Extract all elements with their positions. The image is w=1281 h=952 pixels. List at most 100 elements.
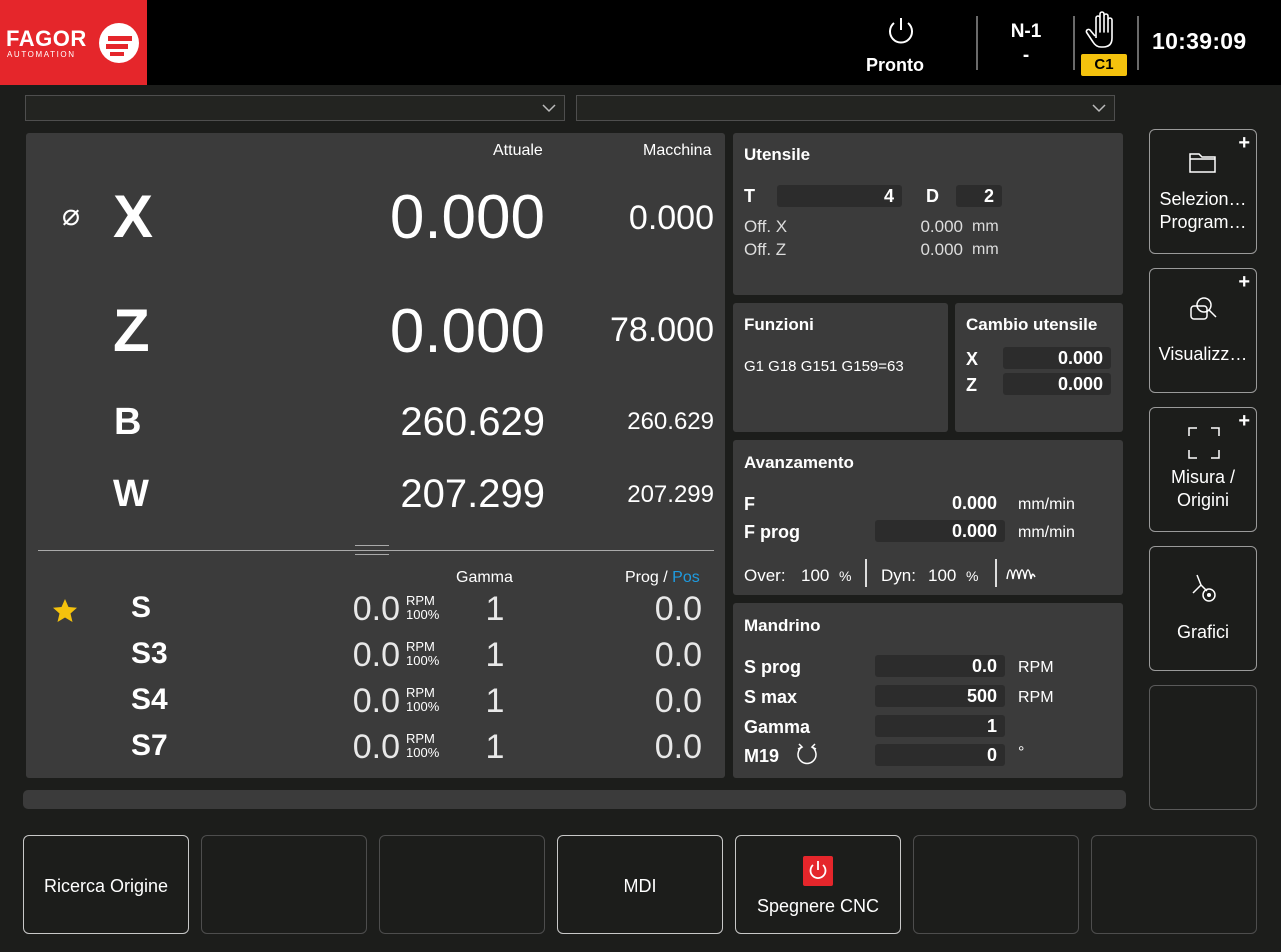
col-actual-header: Attuale <box>493 142 543 159</box>
header-separator <box>1137 16 1139 70</box>
axis-name-x: X <box>113 183 154 250</box>
block-number-line1: N-1 <box>1010 21 1042 42</box>
spindle-name: S <box>131 591 152 624</box>
plus-icon: + <box>1238 271 1250 293</box>
feed-fprog-value: 0.000 <box>875 520 1005 542</box>
brand-sub: AUTOMATION <box>7 50 76 59</box>
axis-name-b: B <box>114 401 142 443</box>
pct-label: 100% <box>406 653 440 668</box>
smax-label: S max <box>744 687 798 707</box>
channel-badge[interactable]: C1 <box>1081 54 1127 76</box>
graphics-button[interactable]: Grafici <box>1149 546 1257 671</box>
functions-title: Funzioni <box>744 315 814 334</box>
program-dropdown-right[interactable] <box>576 95 1115 121</box>
spindle-name: S7 <box>131 729 168 762</box>
empty-softkey[interactable] <box>379 835 545 934</box>
feed-f-value: 0.000 <box>951 493 997 513</box>
axis-machine-z: 78.000 <box>610 311 714 349</box>
measure-line2: Origini <box>1176 490 1229 510</box>
plus-icon: + <box>1238 410 1250 432</box>
col-prog-label: Prog / <box>625 569 668 586</box>
pct-label: 100% <box>406 699 440 714</box>
measure-origins-button[interactable]: + Misura / Origini <box>1149 407 1257 532</box>
spindle-unit: RPM 100% <box>406 640 439 668</box>
feed-over-value: 100 <box>801 566 830 585</box>
tool-change-z-value: 0.000 <box>1003 373 1111 395</box>
status-label: Pronto <box>866 55 924 75</box>
shutdown-cnc-button[interactable]: Spegnere CNC <box>735 835 901 934</box>
tool-d-value: 2 <box>956 185 1002 207</box>
program-dropdown-left[interactable] <box>25 95 565 121</box>
hand-manual-icon[interactable] <box>1082 8 1128 52</box>
select-program-line2: Program… <box>1159 212 1247 232</box>
gamma-label: Gamma <box>744 717 811 737</box>
axis-machine-b: 260.629 <box>627 408 714 435</box>
tool-change-title: Cambio utensile <box>966 315 1098 334</box>
empty-softkey[interactable] <box>1091 835 1257 934</box>
empty-softkey[interactable] <box>201 835 367 934</box>
feed-fprog-unit: mm/min <box>1018 524 1075 541</box>
sprog-label: S prog <box>744 657 801 677</box>
rpm-label: RPM <box>406 639 435 654</box>
spindle-speed: 0.0 <box>352 636 400 674</box>
select-program-line1: Selezion… <box>1159 189 1247 209</box>
empty-side-button[interactable] <box>1149 685 1257 810</box>
spindle-range: 1 <box>485 636 505 674</box>
pct-label: 100% <box>406 745 440 760</box>
select-program-button[interactable]: + Selezion… Program… <box>1149 129 1257 254</box>
shutdown-cnc-label: Spegnere CNC <box>756 896 880 916</box>
spindle-speed: 0.0 <box>352 728 400 766</box>
axis-actual-w: 207.299 <box>400 472 545 516</box>
tool-change-z-label: Z <box>966 375 977 395</box>
mdi-button[interactable]: MDI <box>557 835 723 934</box>
feed-f-unit: mm/min <box>1018 496 1075 513</box>
empty-softkey[interactable] <box>913 835 1079 934</box>
home-search-button[interactable]: Ricerca Origine <box>23 835 189 934</box>
resize-grip[interactable] <box>355 554 389 555</box>
tool-t-label: T <box>744 186 755 206</box>
spindle-prog: 0.0 <box>654 728 702 766</box>
spindle-range: 1 <box>485 682 505 720</box>
wave-icon[interactable] <box>1006 565 1036 583</box>
rpm-label: RPM <box>406 593 435 608</box>
feed-separator <box>995 559 997 587</box>
view-button[interactable]: + Visualizz… <box>1149 268 1257 393</box>
spindle-orient-icon <box>797 743 817 765</box>
chevron-down-icon <box>1092 104 1106 113</box>
spindle-prog: 0.0 <box>654 590 702 628</box>
functions-text: G1 G18 G151 G159=63 <box>744 358 904 375</box>
tool-offz-value: 0.000 <box>920 240 963 259</box>
tool-change-x-value: 0.000 <box>1003 347 1111 369</box>
frame-icon <box>1188 427 1220 459</box>
fagor-logo: FAGOR AUTOMATION <box>0 0 147 85</box>
resize-grip[interactable] <box>355 545 389 546</box>
folder-icon <box>1189 153 1216 173</box>
select-program-label: Selezion… Program… <box>1150 188 1256 234</box>
feed-separator <box>865 559 867 587</box>
clock: 10:39:09 <box>1152 28 1247 54</box>
search-view-icon <box>1190 297 1217 320</box>
top-bar: FAGOR AUTOMATION Pronto N-1 - C1 10:39:0… <box>0 0 1281 85</box>
fagor-mark-icon <box>99 23 139 63</box>
mdi-label: MDI <box>623 876 657 896</box>
cnc-status: Pronto <box>866 14 936 75</box>
feed-f-label: F <box>744 494 755 514</box>
feed-dyn-pct: % <box>966 568 979 584</box>
measure-line1: Misura / <box>1170 467 1235 487</box>
feed-title: Avanzamento <box>744 453 854 472</box>
sprog-unit: RPM <box>1018 659 1054 676</box>
rpm-label: RPM <box>406 731 435 746</box>
col-machine-header: Macchina <box>643 142 712 159</box>
measure-origins-label: Misura / Origini <box>1150 466 1256 512</box>
spindle-name: S4 <box>131 683 168 716</box>
axis-name-z: Z <box>113 297 150 364</box>
power-icon <box>889 18 913 44</box>
spindle-speed: 0.0 <box>352 590 400 628</box>
progress-bar <box>23 790 1126 809</box>
col-pos-label[interactable]: Pos <box>672 569 700 586</box>
tool-offx-unit: mm <box>972 218 999 235</box>
view-label: Visualizz… <box>1158 344 1248 364</box>
header-separator <box>976 16 978 70</box>
spindle-range: 1 <box>485 728 505 766</box>
tool-offz-label: Off. Z <box>744 240 787 259</box>
